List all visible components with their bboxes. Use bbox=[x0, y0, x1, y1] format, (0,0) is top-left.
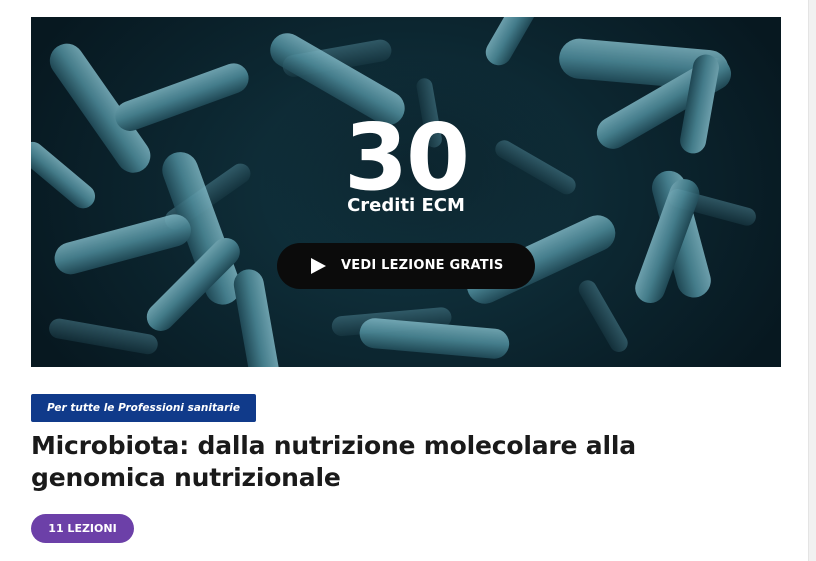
ecm-credits-label: Crediti ECM bbox=[347, 195, 465, 216]
ecm-credits-number: 30 bbox=[343, 104, 470, 211]
watch-free-lesson-button[interactable]: VEDI LEZIONE GRATIS bbox=[277, 243, 535, 289]
watch-free-lesson-label: VEDI LEZIONE GRATIS bbox=[341, 258, 504, 273]
play-icon bbox=[311, 258, 326, 274]
page-scrollbar[interactable] bbox=[808, 0, 816, 561]
lessons-count-badge: 11 LEZIONI bbox=[31, 514, 134, 543]
audience-tag: Per tutte le Professioni sanitarie bbox=[31, 394, 256, 422]
course-hero-banner: 30 Crediti ECM VEDI LEZIONE GRATIS bbox=[31, 17, 781, 367]
course-title[interactable]: Microbiota: dalla nutrizione molecolare … bbox=[31, 430, 731, 494]
